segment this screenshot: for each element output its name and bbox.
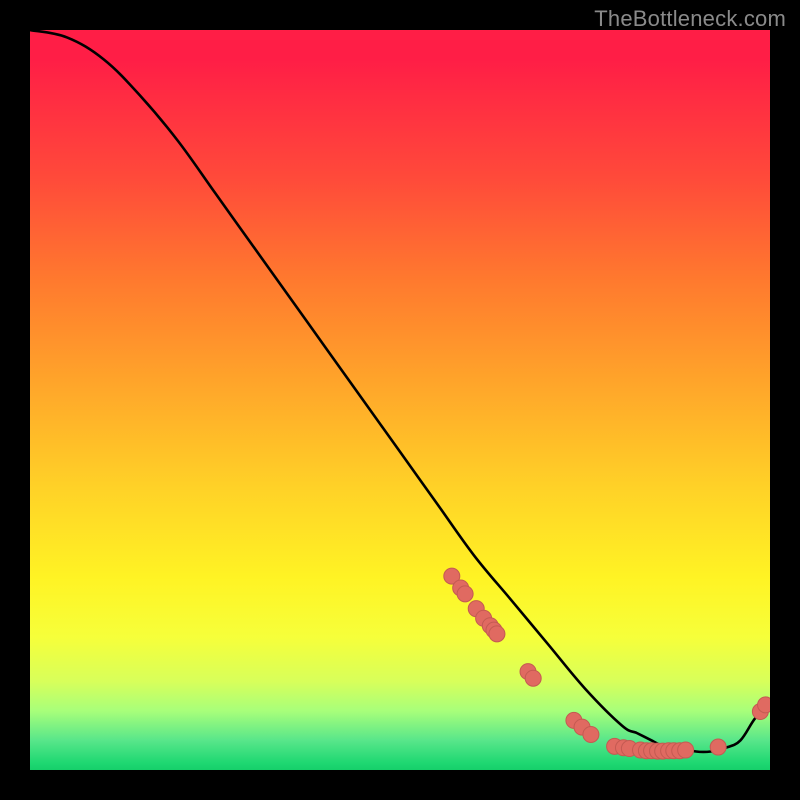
- plot-area: [30, 30, 770, 770]
- chart-stage: TheBottleneck.com: [0, 0, 800, 800]
- curve-marker: [457, 586, 473, 602]
- curve-marker: [489, 626, 505, 642]
- curve-marker: [525, 670, 541, 686]
- watermark-text: TheBottleneck.com: [594, 6, 786, 32]
- curve-marker: [758, 697, 770, 713]
- curve-marker: [583, 726, 599, 742]
- curve-marker: [710, 739, 726, 755]
- curve-marker: [678, 742, 694, 758]
- curve-markers: [444, 568, 770, 759]
- bottleneck-curve: [30, 30, 770, 752]
- curve-layer: [30, 30, 770, 770]
